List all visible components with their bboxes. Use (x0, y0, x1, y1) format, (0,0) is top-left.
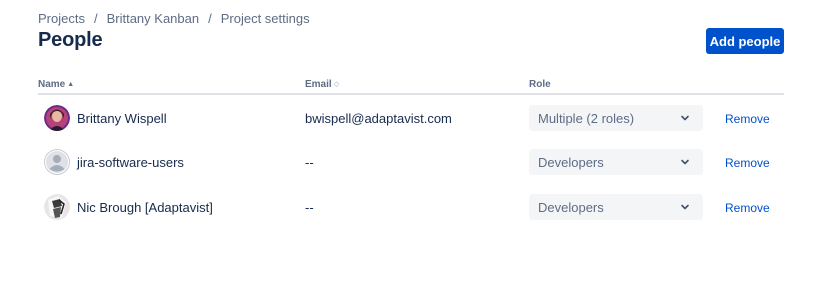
role-dropdown-value: Developers (538, 199, 604, 215)
chevron-down-icon (681, 115, 689, 121)
default-user-icon (44, 149, 70, 175)
table-row: Brittany Wispell bwispell@adaptavist.com… (38, 96, 784, 140)
user-photo-icon (44, 105, 70, 131)
table-row: jira-software-users -- Developers Remove (38, 140, 784, 184)
chevron-down-icon (681, 159, 689, 165)
sort-ascending-icon: ▲ (67, 81, 75, 88)
user-email: -- (305, 155, 314, 170)
avatar (44, 149, 70, 175)
role-dropdown[interactable]: Developers (529, 149, 703, 175)
avatar (44, 105, 70, 131)
user-email: -- (305, 200, 314, 215)
sort-unsorted-icon: ◇ (333, 81, 340, 88)
avatar (44, 194, 70, 220)
user-email: bwispell@adaptavist.com (305, 111, 452, 126)
column-header-email-label: Email (305, 79, 332, 90)
chevron-down-icon (681, 204, 689, 210)
column-header-role-label: Role (529, 79, 551, 90)
remove-link[interactable]: Remove (725, 156, 770, 170)
breadcrumb-item-project[interactable]: Brittany Kanban (107, 11, 200, 26)
user-name: Brittany Wispell (77, 111, 167, 126)
column-header-email[interactable]: Email ◇ (305, 79, 339, 90)
remove-link[interactable]: Remove (725, 112, 770, 126)
column-header-role: Role (529, 79, 551, 90)
column-header-name[interactable]: Name ▲ (38, 79, 74, 90)
role-dropdown[interactable]: Multiple (2 roles) (529, 105, 703, 131)
user-name: jira-software-users (77, 155, 184, 170)
breadcrumb-separator: / (93, 11, 98, 26)
remove-link[interactable]: Remove (725, 201, 770, 215)
breadcrumb-item-settings[interactable]: Project settings (221, 11, 310, 26)
breadcrumb-item-projects[interactable]: Projects (38, 11, 85, 26)
breadcrumb: Projects / Brittany Kanban / Project set… (38, 11, 310, 26)
user-photo-icon (44, 194, 70, 220)
breadcrumb-separator: / (208, 11, 212, 26)
add-people-button[interactable]: Add people (706, 28, 784, 54)
table-row: Nic Brough [Adaptavist] -- Developers Re… (38, 185, 784, 229)
column-header-name-label: Name (38, 79, 66, 90)
role-dropdown[interactable]: Developers (529, 194, 703, 220)
role-dropdown-value: Multiple (2 roles) (538, 110, 635, 126)
role-dropdown-value: Developers (538, 154, 604, 170)
user-name: Nic Brough [Adaptavist] (77, 200, 213, 215)
table-header: Name ▲ Email ◇ Role (38, 77, 784, 95)
page-title: People (38, 29, 103, 51)
